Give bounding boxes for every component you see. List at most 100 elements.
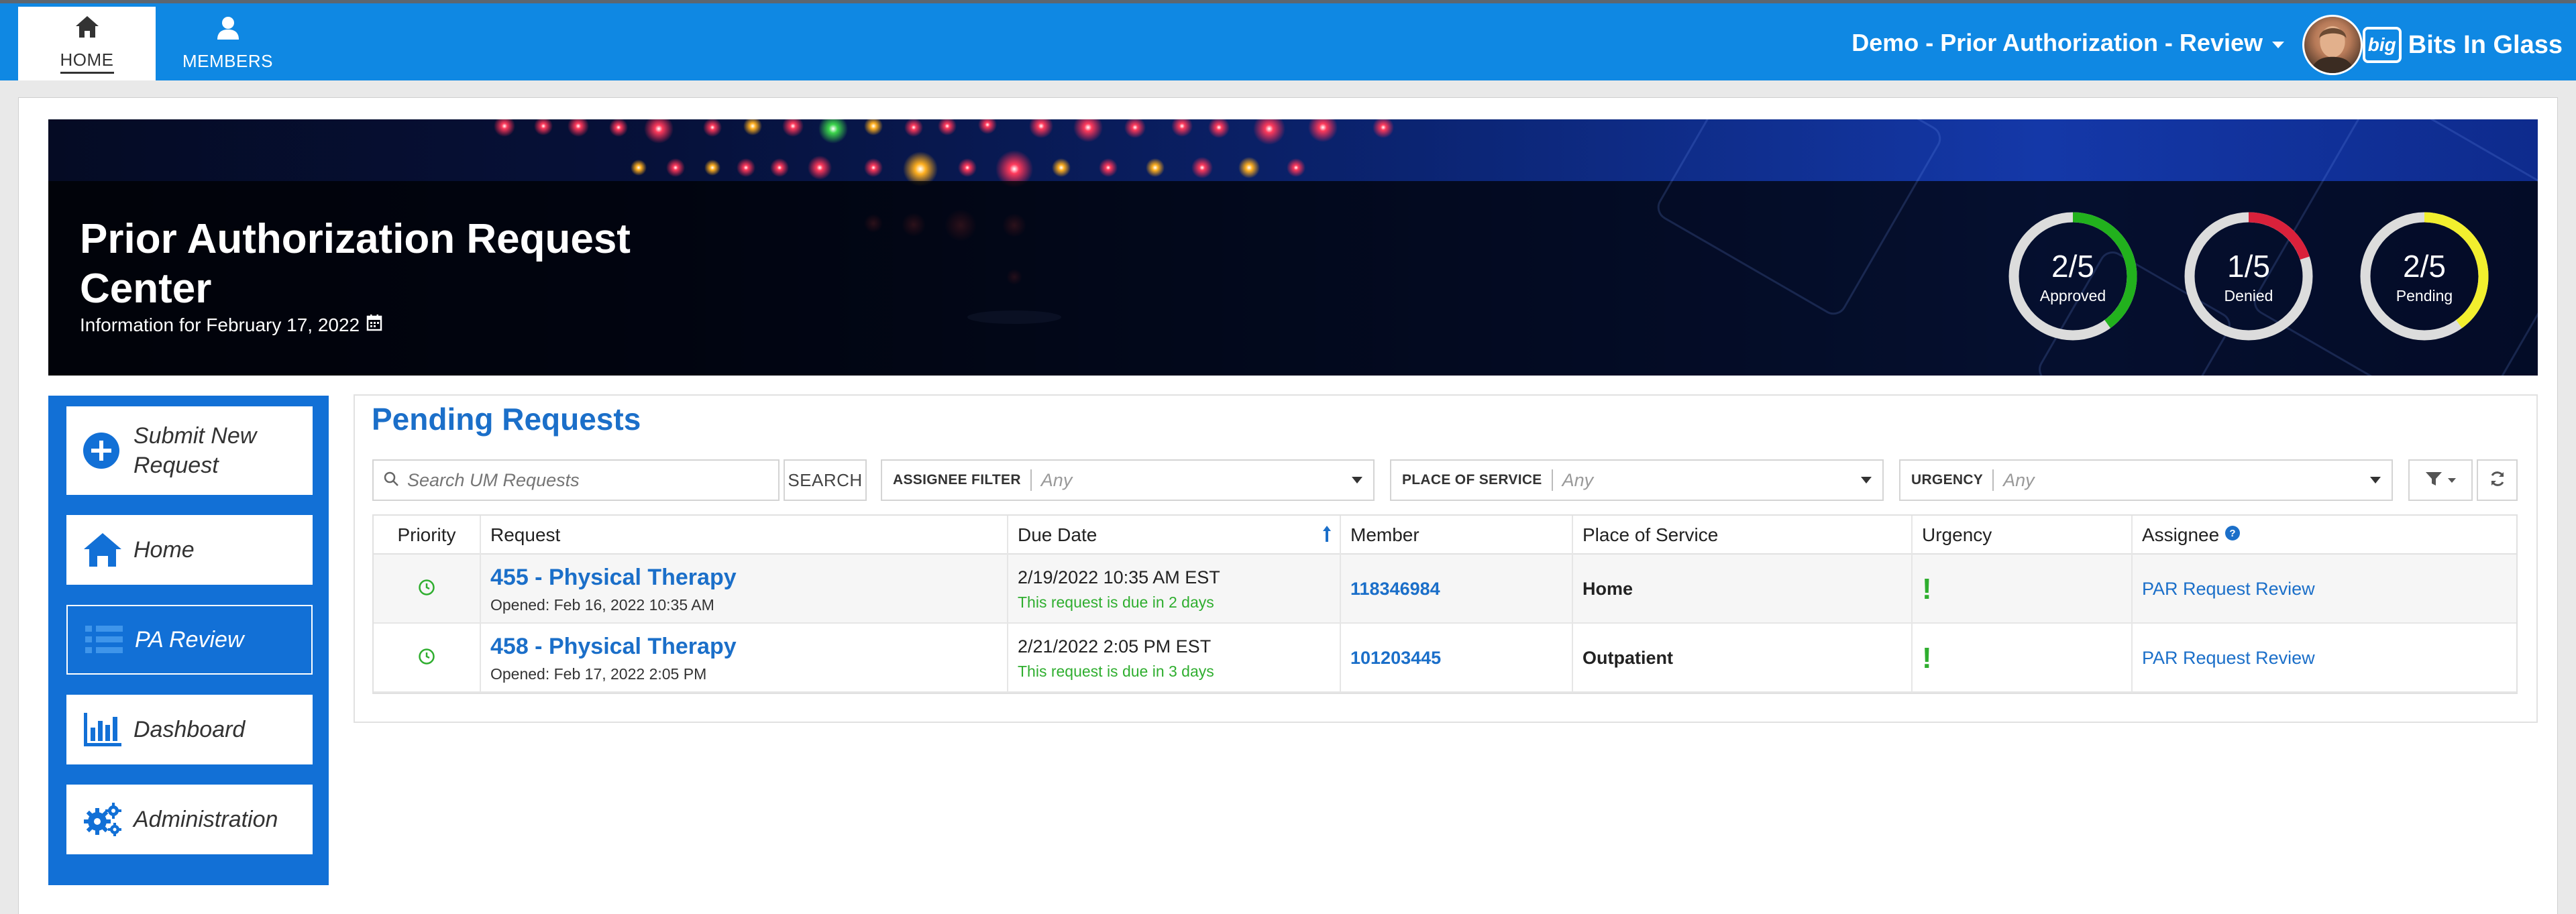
request-cell: 455 - Physical Therapy Opened: Feb 16, 2…	[480, 555, 1007, 624]
gears-icon	[81, 800, 124, 839]
divider	[1340, 516, 1341, 693]
assignee-link[interactable]: PAR Request Review	[2142, 648, 2519, 669]
page-subtitle-text: Information for February 17, 2022	[80, 314, 360, 335]
search-button[interactable]: SEARCH	[784, 459, 867, 501]
sidebar-item-label: Submit New Request	[133, 423, 257, 478]
chevron-down-icon	[1352, 477, 1362, 483]
sidebar-item-home[interactable]: Home	[66, 515, 313, 585]
member-link[interactable]: 101203445	[1350, 648, 1572, 669]
member-link[interactable]: 118346984	[1350, 579, 1572, 599]
divider	[1992, 469, 1994, 491]
divider	[1551, 469, 1553, 491]
filter-value: Any	[2003, 469, 2035, 490]
nav-tab-home[interactable]: HOME	[18, 7, 156, 80]
nav-tab-members-label: MEMBERS	[182, 51, 273, 71]
place-of-service-filter-dropdown[interactable]: PLACE OF SERVICE Any	[1390, 459, 1884, 501]
sidebar-item-label: PA Review	[135, 627, 244, 652]
sidebar-item-submit-new-request[interactable]: Submit New Request	[66, 406, 313, 495]
nav-tab-members[interactable]: MEMBERS	[159, 7, 297, 80]
due-date-note: This request is due in 2 days	[1018, 593, 1214, 611]
divider	[1030, 469, 1032, 491]
place-of-service-value: Outpatient	[1582, 648, 1673, 668]
table-row[interactable]: 455 - Physical Therapy Opened: Feb 16, 2…	[374, 555, 2516, 624]
home-icon	[74, 14, 101, 43]
search-field[interactable]	[372, 459, 780, 501]
column-header-request[interactable]: Request	[480, 516, 1007, 555]
column-header-assignee[interactable]: Assignee ?	[2131, 516, 2519, 555]
column-header-due-date[interactable]: Due Date	[1007, 516, 1340, 555]
request-link[interactable]: 458 - Physical Therapy	[490, 634, 1007, 660]
member-cell: 118346984	[1340, 555, 1572, 624]
top-nav-bar: HOME MEMBERS Demo - Prior Authorization …	[0, 0, 2576, 80]
assignee-link[interactable]: PAR Request Review	[2142, 579, 2519, 599]
clock-icon	[418, 579, 435, 599]
table-row[interactable]: 458 - Physical Therapy Opened: Feb 17, 2…	[374, 624, 2516, 693]
page-title: Prior Authorization Request Center	[80, 216, 631, 312]
search-input[interactable]	[407, 469, 769, 491]
home-icon	[81, 530, 124, 569]
sort-arrow-up-icon	[1322, 525, 1332, 547]
urgency-exclamation-icon: !	[1922, 572, 1932, 606]
request-opened: Opened: Feb 17, 2022 2:05 PM	[490, 665, 707, 683]
chevron-down-icon	[2272, 42, 2284, 48]
chevron-down-icon	[1861, 477, 1872, 483]
divider	[2131, 516, 2133, 693]
sidebar-item-label: Dashboard	[133, 717, 246, 742]
filter-icon	[2425, 471, 2443, 490]
app-switcher-dropdown[interactable]: Demo - Prior Authorization - Review	[1851, 29, 2284, 57]
stat-pending: 2/5 Pending	[2357, 209, 2491, 343]
avatar[interactable]	[2302, 15, 2363, 75]
sidebar-item-dashboard[interactable]: Dashboard	[66, 695, 313, 764]
sidebar-item-label: Administration	[133, 807, 278, 832]
due-date-cell: 2/19/2022 10:35 AM EST This request is d…	[1007, 555, 1340, 624]
filter-label: PLACE OF SERVICE	[1402, 472, 1542, 488]
member-cell: 101203445	[1340, 624, 1572, 693]
priority-cell	[374, 555, 480, 624]
stat-denied-value: 1/5	[2227, 248, 2270, 284]
place-cell: Outpatient	[1572, 624, 1911, 693]
request-opened: Opened: Feb 16, 2022 10:35 AM	[490, 595, 714, 614]
filter-value: Any	[1562, 469, 1594, 490]
divider	[1911, 516, 1913, 693]
plus-circle-icon	[81, 431, 124, 470]
bar-chart-icon	[81, 710, 124, 749]
brand: big Bits In Glass	[2362, 26, 2563, 64]
divider	[480, 516, 481, 693]
filter-label: ASSIGNEE FILTER	[893, 472, 1021, 488]
filter-value: Any	[1040, 469, 1073, 490]
column-header-priority[interactable]: Priority	[374, 516, 480, 555]
due-date-note: This request is due in 3 days	[1018, 662, 1214, 680]
urgency-cell: !	[1911, 624, 2131, 693]
assignee-filter-dropdown[interactable]: ASSIGNEE FILTER Any	[881, 459, 1375, 501]
priority-cell	[374, 624, 480, 693]
sidebar-item-label: Home	[133, 537, 195, 563]
stat-pending-label: Pending	[2396, 286, 2453, 304]
sidebar-item-administration[interactable]: Administration	[66, 785, 313, 854]
stat-approved: 2/5 Approved	[2006, 209, 2140, 343]
sidebar-item-pa-review[interactable]: PA Review	[66, 605, 313, 675]
stat-denied: 1/5 Denied	[2182, 209, 2316, 343]
due-date-value: 2/21/2022 2:05 PM EST	[1018, 636, 1212, 656]
calendar-icon[interactable]	[366, 314, 382, 336]
place-cell: Home	[1572, 555, 1911, 624]
divider	[1572, 516, 1573, 693]
column-header-member[interactable]: Member	[1340, 516, 1572, 555]
place-of-service-value: Home	[1582, 579, 1633, 599]
urgency-filter-dropdown[interactable]: URGENCY Any	[1899, 459, 2393, 501]
filter-menu-button[interactable]	[2408, 459, 2473, 501]
column-header-urgency[interactable]: Urgency	[1911, 516, 2131, 555]
nav-tab-home-label: HOME	[60, 50, 114, 74]
column-header-place-of-service[interactable]: Place of Service	[1572, 516, 1911, 555]
refresh-icon	[2489, 470, 2506, 491]
help-icon[interactable]: ?	[2224, 524, 2241, 546]
divider	[1007, 516, 1008, 693]
panel-title: Pending Requests	[372, 402, 641, 437]
stat-denied-label: Denied	[2224, 286, 2273, 304]
request-link[interactable]: 455 - Physical Therapy	[490, 565, 1007, 591]
app-title: Demo - Prior Authorization - Review	[1851, 29, 2263, 56]
refresh-button[interactable]	[2477, 459, 2518, 501]
list-icon	[83, 620, 125, 659]
requests-table: Priority Request Due Date Member Place o…	[372, 514, 2518, 694]
assignee-cell: PAR Request Review	[2131, 624, 2519, 693]
urgency-cell: !	[1911, 555, 2131, 624]
